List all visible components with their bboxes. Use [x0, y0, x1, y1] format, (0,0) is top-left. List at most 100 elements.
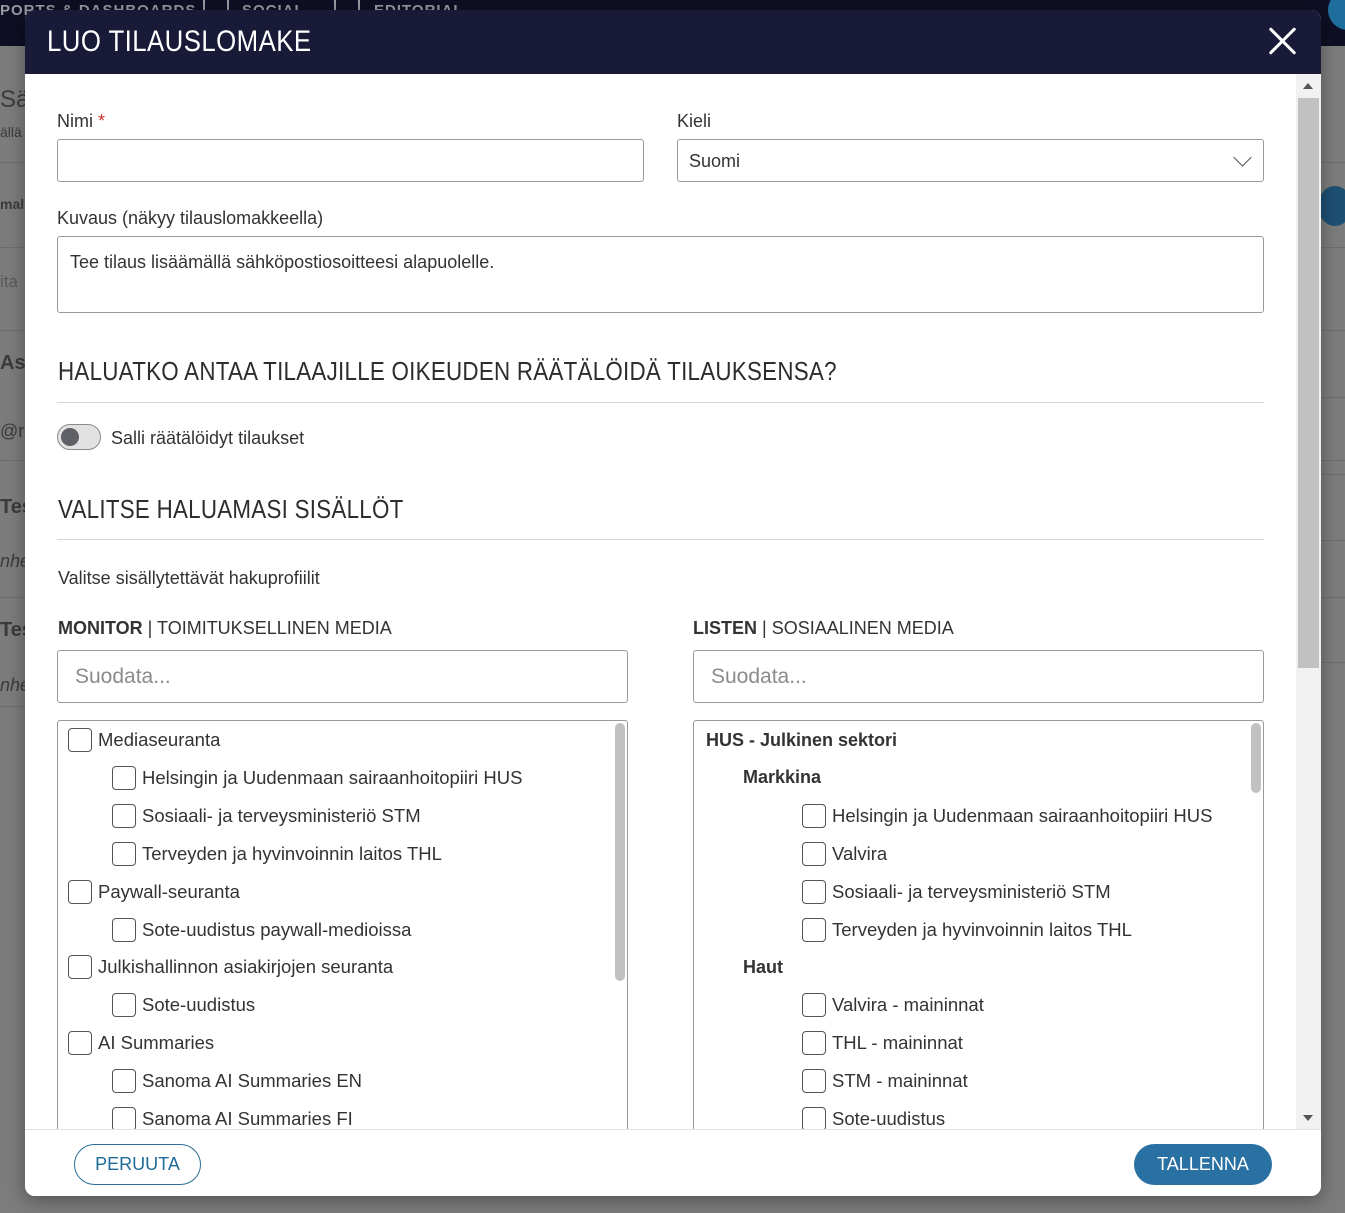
- profile-checkbox[interactable]: [112, 765, 136, 790]
- monitor-tree-scrollbar[interactable]: [615, 723, 625, 981]
- language-select[interactable]: Suomi: [677, 139, 1264, 182]
- monitor-profile-item[interactable]: Paywall-seuranta: [68, 877, 240, 907]
- section-divider: [57, 539, 1264, 540]
- profile-label: Valvira - maininnat: [832, 994, 984, 1016]
- profile-label: Sosiaali- ja terveysministeriö STM: [832, 880, 1111, 902]
- background-divider: [0, 330, 25, 331]
- dialog-header: LUO TILAUSLOMAKE: [25, 10, 1321, 74]
- profile-checkbox[interactable]: [802, 841, 826, 866]
- background-divider: [1321, 597, 1345, 598]
- profile-checkbox[interactable]: [802, 1031, 826, 1056]
- group-label: Markkina: [743, 767, 822, 788]
- cancel-button[interactable]: PERUUTA: [74, 1144, 201, 1185]
- profile-label: Helsingin ja Uudenmaan sairaanhoitopiiri…: [832, 804, 1213, 826]
- listen-filter-input[interactable]: [693, 650, 1264, 703]
- name-label-text: Nimi: [57, 111, 93, 131]
- language-selected-value: Suomi: [689, 151, 741, 171]
- profile-checkbox[interactable]: [802, 879, 826, 904]
- group-label: HUS - Julkinen sektori: [706, 729, 898, 750]
- profile-label: Valvira: [832, 842, 888, 864]
- profile-checkbox[interactable]: [112, 1107, 136, 1129]
- monitor-filter-input[interactable]: [57, 650, 628, 703]
- profile-checkbox[interactable]: [68, 728, 92, 752]
- monitor-heading-bold: MONITOR: [58, 618, 143, 638]
- monitor-profile-item[interactable]: Sote-uudistus: [112, 990, 255, 1020]
- listen-group-heading: HUS - Julkinen sektori: [706, 725, 897, 755]
- listen-heading: LISTEN | SOSIAALINEN MEDIA: [693, 618, 954, 639]
- profile-checkbox[interactable]: [802, 1107, 826, 1129]
- listen-profile-item[interactable]: Valvira: [802, 839, 887, 869]
- listen-profile-item[interactable]: Sosiaali- ja terveysministeriö STM: [802, 877, 1111, 907]
- avatar: [1328, 0, 1345, 30]
- profile-label: Terveyden ja hyvinvoinnin laitos THL: [142, 842, 442, 864]
- profile-label: AI Summaries: [98, 1032, 215, 1054]
- background-divider: [1321, 474, 1345, 475]
- profile-checkbox[interactable]: [112, 841, 136, 866]
- listen-group-heading: Haut: [743, 952, 783, 982]
- content-hint: Valitse sisällytettävät hakuprofiilit: [58, 568, 320, 588]
- scroll-down-arrow-icon[interactable]: [1303, 1115, 1313, 1121]
- dialog-scrollbar-thumb[interactable]: [1298, 98, 1319, 668]
- profile-label: Sosiaali- ja terveysministeriö STM: [142, 804, 421, 826]
- listen-heading-rest: | SOSIAALINEN MEDIA: [757, 618, 954, 638]
- profile-checkbox[interactable]: [802, 803, 826, 828]
- monitor-profile-item[interactable]: Helsingin ja Uudenmaan sairaanhoitopiiri…: [112, 763, 522, 793]
- background-divider: [0, 247, 25, 248]
- dialog-title: LUO TILAUSLOMAKE: [47, 25, 312, 58]
- background-divider: [1321, 247, 1345, 248]
- dialog-footer: PERUUTA TALLENNA: [25, 1129, 1321, 1196]
- close-icon[interactable]: [1268, 26, 1298, 56]
- listen-tree-scrollbar[interactable]: [1251, 723, 1261, 793]
- listen-group-heading: Markkina: [743, 763, 821, 793]
- background-divider: [0, 706, 25, 707]
- monitor-profile-tree: Mediaseuranta Helsingin ja Uudenmaan sair…: [57, 720, 628, 1129]
- save-button[interactable]: TALLENNA: [1134, 1144, 1272, 1185]
- monitor-profile-item[interactable]: Sanoma AI Summaries FI: [112, 1104, 353, 1129]
- listen-profile-item[interactable]: Valvira - maininnat: [802, 990, 984, 1020]
- background-divider: [0, 597, 25, 598]
- background-divider: [0, 162, 25, 163]
- listen-profile-item[interactable]: Sote-uudistus: [802, 1104, 945, 1129]
- monitor-profile-item[interactable]: Sosiaali- ja terveysministeriö STM: [112, 801, 421, 831]
- listen-profile-tree: HUS - Julkinen sektori Markkina Helsingin …: [693, 720, 1264, 1129]
- profile-label: Terveyden ja hyvinvoinnin laitos THL: [832, 918, 1132, 940]
- profile-checkbox[interactable]: [802, 993, 826, 1018]
- monitor-profile-item[interactable]: AI Summaries: [68, 1028, 214, 1058]
- profile-checkbox[interactable]: [112, 1069, 136, 1094]
- profile-label: Paywall-seuranta: [98, 880, 240, 902]
- profile-checkbox[interactable]: [112, 917, 136, 942]
- name-input[interactable]: [57, 139, 644, 182]
- customize-section-title: HALUATKO ANTAA TILAAJILLE OIKEUDEN RÄÄTÄ…: [58, 356, 837, 386]
- profile-label: Sanoma AI Summaries EN: [142, 1070, 363, 1092]
- profile-checkbox[interactable]: [112, 803, 136, 828]
- monitor-profile-item[interactable]: Sote-uudistus paywall-medioissa: [112, 915, 411, 945]
- toggle-knob: [61, 428, 79, 446]
- profile-checkbox[interactable]: [68, 1031, 92, 1056]
- listen-profile-item[interactable]: Terveyden ja hyvinvoinnin laitos THL: [802, 915, 1132, 945]
- description-textarea[interactable]: Tee tilaus lisäämällä sähköpostiosoittee…: [57, 236, 1264, 313]
- profile-checkbox[interactable]: [802, 917, 826, 942]
- monitor-profile-item[interactable]: Terveyden ja hyvinvoinnin laitos THL: [112, 839, 442, 869]
- listen-heading-bold: LISTEN: [693, 618, 758, 638]
- monitor-profile-item[interactable]: Julkishallinnon asiakirjojen seuranta: [68, 952, 393, 982]
- allow-custom-orders-toggle[interactable]: [57, 424, 101, 450]
- listen-profile-item[interactable]: STM - maininnat: [802, 1066, 968, 1096]
- listen-profile-item[interactable]: Helsingin ja Uudenmaan sairaanhoitopiiri…: [802, 801, 1212, 831]
- monitor-profile-item[interactable]: Mediaseuranta: [68, 725, 220, 755]
- background-divider: [1321, 540, 1345, 541]
- profile-checkbox[interactable]: [112, 993, 136, 1018]
- profile-label: STM - maininnat: [832, 1070, 968, 1092]
- profile-label: Sote-uudistus paywall-medioissa: [142, 918, 412, 940]
- profile-label: Sote-uudistus: [832, 1108, 946, 1129]
- chevron-down-icon: [1233, 148, 1252, 167]
- profile-label: Julkishallinnon asiakirjojen seuranta: [98, 956, 394, 978]
- profile-label: THL - maininnat: [832, 1032, 963, 1054]
- monitor-profile-item[interactable]: Sanoma AI Summaries EN: [112, 1066, 362, 1096]
- profile-checkbox[interactable]: [68, 879, 92, 904]
- scroll-up-arrow-icon[interactable]: [1303, 83, 1313, 89]
- background-divider: [1321, 397, 1345, 398]
- create-order-form-dialog: LUO TILAUSLOMAKE Nimi * Kieli Suomi Kuva…: [25, 10, 1321, 1196]
- profile-checkbox[interactable]: [68, 955, 92, 980]
- profile-checkbox[interactable]: [802, 1069, 826, 1094]
- listen-profile-item[interactable]: THL - maininnat: [802, 1028, 963, 1058]
